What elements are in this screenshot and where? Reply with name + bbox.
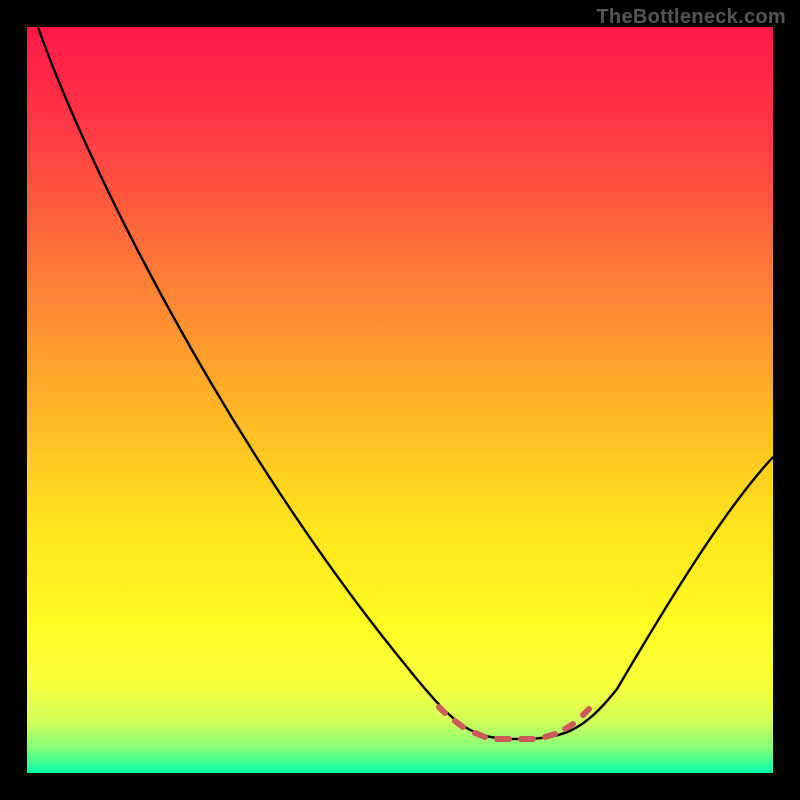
plot-area — [27, 27, 773, 773]
watermark-text: TheBottleneck.com — [596, 6, 786, 29]
bottleneck-curve — [27, 27, 773, 773]
chart-container: TheBottleneck.com — [0, 0, 800, 800]
